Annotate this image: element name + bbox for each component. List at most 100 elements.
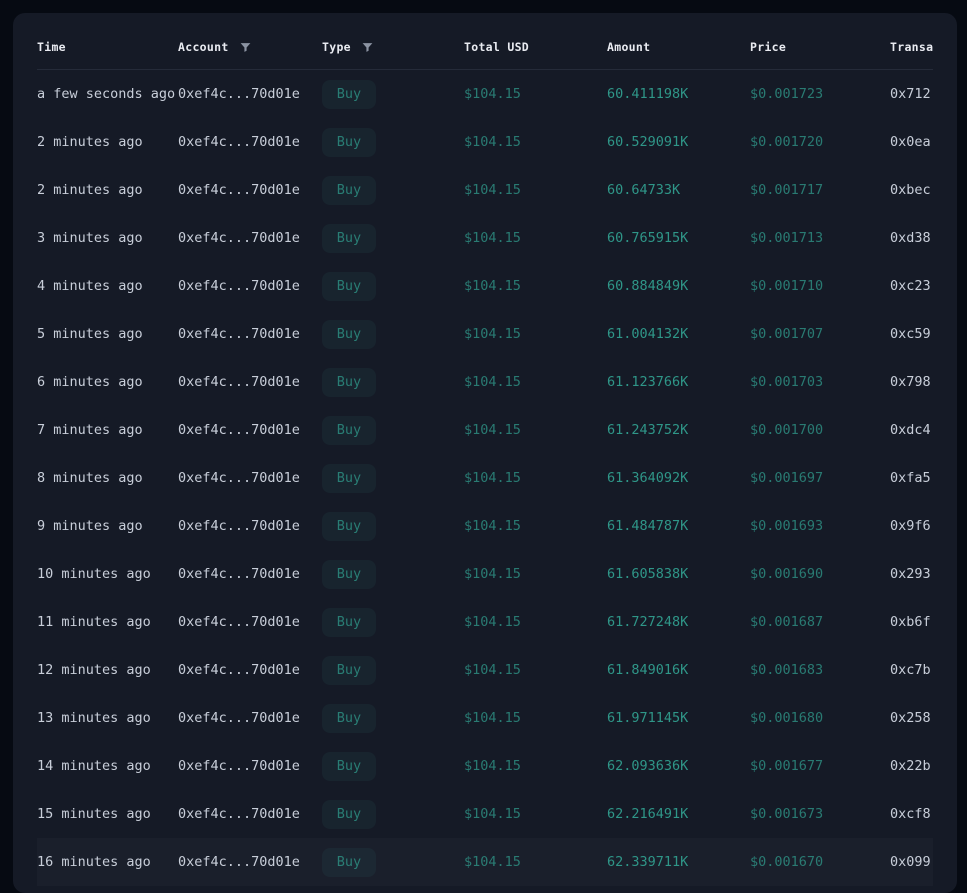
table-header-row: Time Account Type Total USD Amount Price bbox=[37, 25, 933, 70]
column-header-type[interactable]: Type bbox=[322, 40, 464, 54]
price-cell: $0.001687 bbox=[750, 614, 824, 630]
column-header-label: Amount bbox=[607, 40, 651, 54]
transaction-link[interactable]: 0x9f6 bbox=[890, 502, 933, 550]
time-cell: 10 minutes ago bbox=[37, 566, 151, 582]
transaction-link[interactable]: 0xc7b bbox=[890, 646, 933, 694]
time-cell: 11 minutes ago bbox=[37, 614, 151, 630]
trade-type-badge: Buy bbox=[322, 175, 376, 205]
amount-cell: 61.971145K bbox=[607, 710, 689, 726]
account-link[interactable]: 0xef4c...70d01e bbox=[178, 838, 322, 886]
column-header-amount: Amount bbox=[607, 40, 750, 54]
amount-cell: 62.339711K bbox=[607, 854, 689, 870]
table-row: 13 minutes ago 0xef4c...70d01e Buy $104.… bbox=[37, 694, 933, 742]
account-link[interactable]: 0xef4c...70d01e bbox=[178, 646, 322, 694]
filter-icon[interactable] bbox=[361, 41, 374, 54]
account-link[interactable]: 0xef4c...70d01e bbox=[178, 406, 322, 454]
transaction-link[interactable]: 0x712 bbox=[890, 70, 933, 118]
transaction-link[interactable]: 0xb6f bbox=[890, 598, 933, 646]
trade-type-badge: Buy bbox=[322, 319, 376, 349]
transaction-link[interactable]: 0x798 bbox=[890, 358, 933, 406]
transaction-link[interactable]: 0x258 bbox=[890, 694, 933, 742]
time-cell: 13 minutes ago bbox=[37, 710, 151, 726]
time-cell: 2 minutes ago bbox=[37, 134, 143, 150]
price-cell: $0.001673 bbox=[750, 806, 824, 822]
column-header-total_usd: Total USD bbox=[464, 40, 607, 54]
account-link[interactable]: 0xef4c...70d01e bbox=[178, 310, 322, 358]
account-link[interactable]: 0xef4c...70d01e bbox=[178, 742, 322, 790]
account-link[interactable]: 0xef4c...70d01e bbox=[178, 502, 322, 550]
amount-cell: 60.411198K bbox=[607, 86, 689, 102]
column-header-account[interactable]: Account bbox=[178, 40, 322, 54]
account-link[interactable]: 0xef4c...70d01e bbox=[178, 118, 322, 166]
price-cell: $0.001713 bbox=[750, 230, 824, 246]
table-body: a few seconds ago 0xef4c...70d01e Buy $1… bbox=[37, 70, 933, 886]
trade-type-badge: Buy bbox=[322, 79, 376, 109]
transaction-link[interactable]: 0x22b bbox=[890, 742, 933, 790]
amount-cell: 62.093636K bbox=[607, 758, 689, 774]
time-cell: a few seconds ago bbox=[37, 86, 176, 102]
transaction-link[interactable]: 0xfa5 bbox=[890, 454, 933, 502]
time-cell: 16 minutes ago bbox=[37, 854, 151, 870]
table-row: 2 minutes ago 0xef4c...70d01e Buy $104.1… bbox=[37, 166, 933, 214]
time-cell: 12 minutes ago bbox=[37, 662, 151, 678]
amount-cell: 61.123766K bbox=[607, 374, 689, 390]
total-usd-cell: $104.15 bbox=[464, 278, 521, 294]
total-usd-cell: $104.15 bbox=[464, 470, 521, 486]
trade-type-badge: Buy bbox=[322, 799, 376, 829]
trade-type-badge: Buy bbox=[322, 559, 376, 589]
table-row: 9 minutes ago 0xef4c...70d01e Buy $104.1… bbox=[37, 502, 933, 550]
total-usd-cell: $104.15 bbox=[464, 518, 521, 534]
account-link[interactable]: 0xef4c...70d01e bbox=[178, 166, 322, 214]
total-usd-cell: $104.15 bbox=[464, 806, 521, 822]
account-link[interactable]: 0xef4c...70d01e bbox=[178, 550, 322, 598]
transaction-link[interactable]: 0x0ea bbox=[890, 118, 933, 166]
amount-cell: 60.884849K bbox=[607, 278, 689, 294]
account-link[interactable]: 0xef4c...70d01e bbox=[178, 214, 322, 262]
trade-type-badge: Buy bbox=[322, 367, 376, 397]
table-row: 5 minutes ago 0xef4c...70d01e Buy $104.1… bbox=[37, 310, 933, 358]
transaction-link[interactable]: 0xcf8 bbox=[890, 790, 933, 838]
transaction-link[interactable]: 0xdc4 bbox=[890, 406, 933, 454]
column-header-label: Time bbox=[37, 40, 66, 54]
total-usd-cell: $104.15 bbox=[464, 326, 521, 342]
trade-type-badge: Buy bbox=[322, 127, 376, 157]
time-cell: 9 minutes ago bbox=[37, 518, 143, 534]
amount-cell: 61.849016K bbox=[607, 662, 689, 678]
total-usd-cell: $104.15 bbox=[464, 566, 521, 582]
total-usd-cell: $104.15 bbox=[464, 134, 521, 150]
filter-icon[interactable] bbox=[239, 41, 252, 54]
table-row: 4 minutes ago 0xef4c...70d01e Buy $104.1… bbox=[37, 262, 933, 310]
time-cell: 3 minutes ago bbox=[37, 230, 143, 246]
amount-cell: 60.529091K bbox=[607, 134, 689, 150]
account-link[interactable]: 0xef4c...70d01e bbox=[178, 598, 322, 646]
table-row: 15 minutes ago 0xef4c...70d01e Buy $104.… bbox=[37, 790, 933, 838]
transaction-link[interactable]: 0xc59 bbox=[890, 310, 933, 358]
trade-type-badge: Buy bbox=[322, 223, 376, 253]
trade-type-badge: Buy bbox=[322, 463, 376, 493]
account-link[interactable]: 0xef4c...70d01e bbox=[178, 790, 322, 838]
account-link[interactable]: 0xef4c...70d01e bbox=[178, 694, 322, 742]
total-usd-cell: $104.15 bbox=[464, 182, 521, 198]
transaction-link[interactable]: 0xbec bbox=[890, 166, 933, 214]
total-usd-cell: $104.15 bbox=[464, 854, 521, 870]
price-cell: $0.001683 bbox=[750, 662, 824, 678]
amount-cell: 61.364092K bbox=[607, 470, 689, 486]
table-row: a few seconds ago 0xef4c...70d01e Buy $1… bbox=[37, 70, 933, 118]
account-link[interactable]: 0xef4c...70d01e bbox=[178, 262, 322, 310]
transaction-link[interactable]: 0x293 bbox=[890, 550, 933, 598]
total-usd-cell: $104.15 bbox=[464, 662, 521, 678]
account-link[interactable]: 0xef4c...70d01e bbox=[178, 358, 322, 406]
table-row: 6 minutes ago 0xef4c...70d01e Buy $104.1… bbox=[37, 358, 933, 406]
transaction-link[interactable]: 0x099 bbox=[890, 838, 933, 886]
price-cell: $0.001697 bbox=[750, 470, 824, 486]
amount-cell: 62.216491K bbox=[607, 806, 689, 822]
account-link[interactable]: 0xef4c...70d01e bbox=[178, 454, 322, 502]
table-row: 14 minutes ago 0xef4c...70d01e Buy $104.… bbox=[37, 742, 933, 790]
time-cell: 2 minutes ago bbox=[37, 182, 143, 198]
transaction-link[interactable]: 0xd38 bbox=[890, 214, 933, 262]
account-link[interactable]: 0xef4c...70d01e bbox=[178, 70, 322, 118]
column-header-price: Price bbox=[750, 40, 890, 54]
price-cell: $0.001700 bbox=[750, 422, 824, 438]
trades-panel: Time Account Type Total USD Amount Price bbox=[13, 13, 957, 893]
transaction-link[interactable]: 0xc23 bbox=[890, 262, 933, 310]
